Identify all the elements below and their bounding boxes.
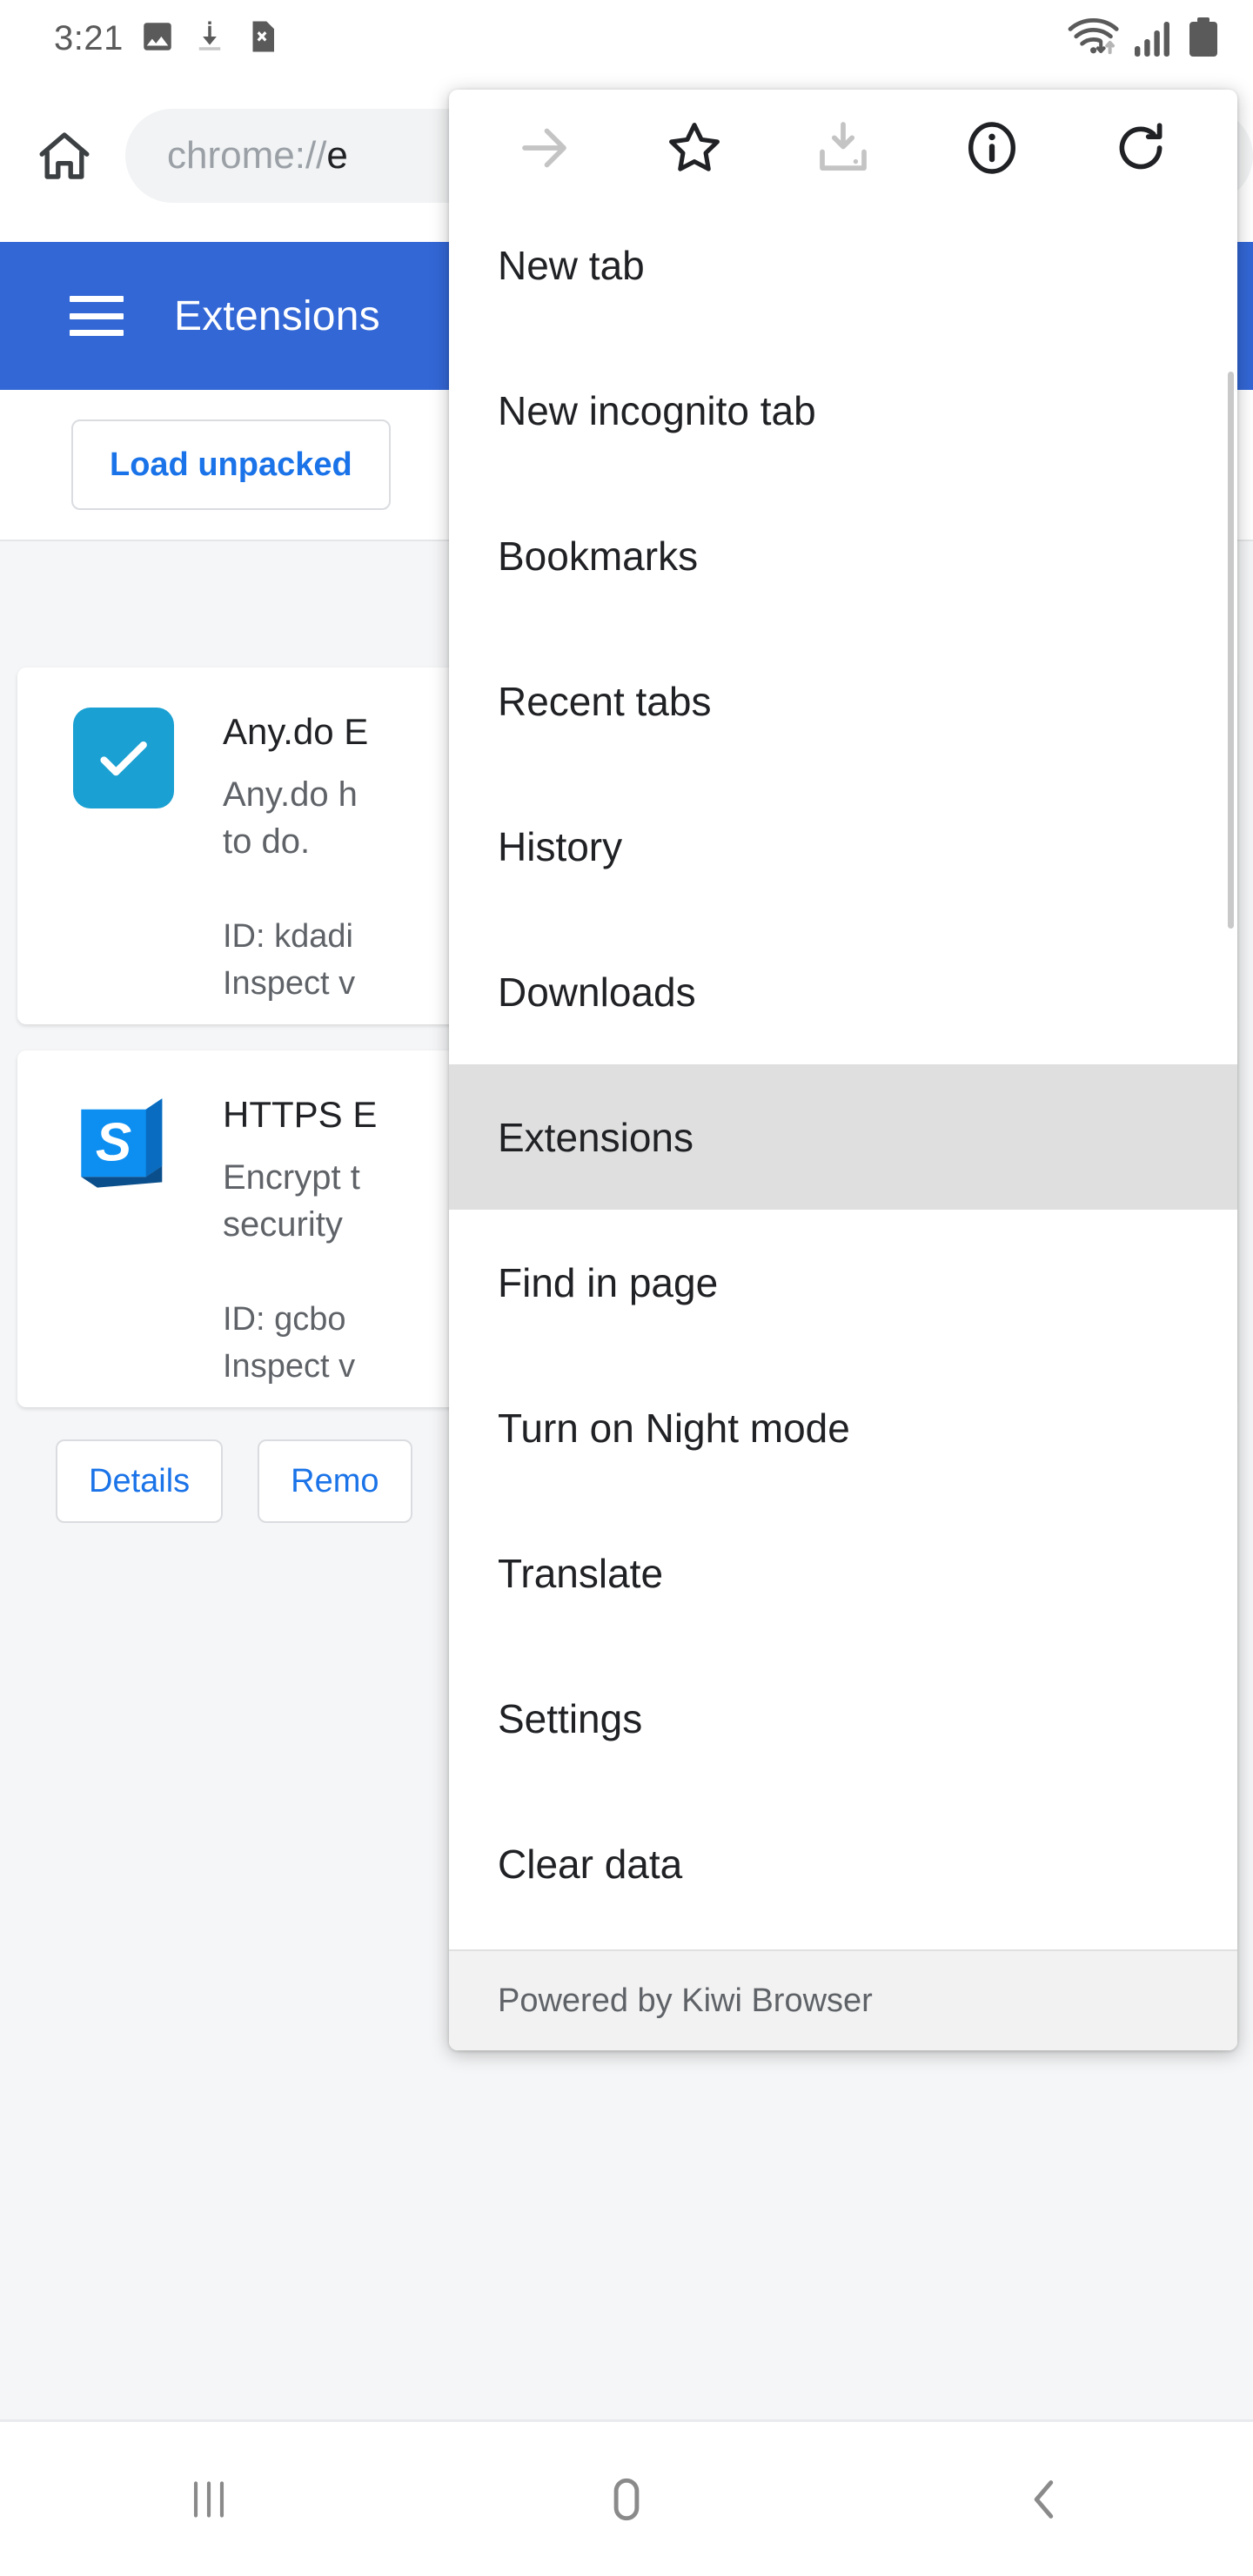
forward-arrow-icon[interactable] (493, 100, 598, 196)
extension-icon: S (73, 1090, 174, 1191)
battery-icon (1187, 17, 1220, 63)
remove-button[interactable]: Remo (258, 1439, 412, 1524)
recent-apps-icon[interactable] (139, 2447, 278, 2552)
download-icon (191, 18, 228, 59)
hamburger-icon[interactable] (70, 296, 124, 336)
svg-text:S: S (96, 1113, 131, 1173)
anydo-checkmark-icon (73, 708, 174, 808)
menu-item-label: Extensions (498, 1114, 694, 1160)
menu-item-label: Translate (498, 1550, 664, 1596)
browser-menu-popup: New tab New incognito tab Bookmarks Recent … (449, 90, 1237, 2050)
menu-item-label: Turn on Night mode (498, 1405, 850, 1451)
menu-item-downloads[interactable]: Downloads (449, 919, 1237, 1064)
menu-item-label: Find in page (498, 1259, 719, 1305)
menu-scrollbar[interactable] (1228, 372, 1234, 929)
url-rest: e (326, 134, 348, 177)
status-bar: 3:21 (0, 0, 1253, 77)
info-icon[interactable] (940, 100, 1044, 196)
home-icon[interactable] (23, 114, 106, 198)
menu-item-find-in-page[interactable]: Find in page (449, 1210, 1237, 1355)
menu-item-label: History (498, 823, 623, 869)
star-icon[interactable] (642, 100, 747, 196)
home-icon[interactable] (557, 2447, 696, 2552)
menu-item-turn-on-night-mode[interactable]: Turn on Night mode (449, 1355, 1237, 1500)
menu-item-extensions[interactable]: Extensions (449, 1064, 1237, 1210)
status-bar-left: 3:21 (54, 18, 280, 59)
menu-item-bookmarks[interactable]: Bookmarks (449, 483, 1237, 628)
download-icon[interactable] (791, 100, 895, 196)
menu-item-label: Downloads (498, 969, 696, 1015)
status-bar-right (1067, 15, 1220, 63)
url-scheme: chrome:// (167, 134, 327, 177)
details-button[interactable]: Details (56, 1439, 224, 1524)
android-navigation-bar (0, 2419, 1253, 2576)
cellular-signal-icon (1133, 20, 1175, 63)
menu-item-settings[interactable]: Settings (449, 1646, 1237, 1791)
status-bar-clock: 3:21 (54, 18, 124, 57)
menu-item-new-tab[interactable]: New tab (449, 192, 1237, 338)
menu-item-label: Recent tabs (498, 678, 712, 724)
back-icon[interactable] (975, 2447, 1114, 2552)
menu-item-label: New incognito tab (498, 387, 816, 433)
extension-icon (73, 708, 174, 808)
menu-item-label: Clear data (498, 1841, 683, 1887)
https-everywhere-cube-icon: S (73, 1090, 184, 1202)
screen-root: 3:21 chrome:// e Extensions Load unpacke… (0, 0, 1253, 2576)
menu-item-history[interactable]: History (449, 774, 1237, 919)
wifi-icon (1067, 15, 1121, 63)
file-x-icon (244, 18, 280, 59)
menu-footer: Powered by Kiwi Browser (449, 1949, 1237, 2050)
menu-quick-actions-row (449, 90, 1237, 192)
menu-item-recent-tabs[interactable]: Recent tabs (449, 628, 1237, 774)
menu-item-label: Settings (498, 1695, 643, 1741)
load-unpacked-button[interactable]: Load unpacked (71, 419, 391, 510)
menu-item-label: Bookmarks (498, 533, 699, 579)
menu-item-translate[interactable]: Translate (449, 1500, 1237, 1646)
menu-item-list: New tab New incognito tab Bookmarks Recent … (449, 192, 1237, 1949)
menu-item-label: New tab (498, 242, 645, 288)
menu-item-exit[interactable]: Exit (449, 1936, 1237, 1949)
image-icon (139, 18, 176, 59)
menu-item-new-incognito-tab[interactable]: New incognito tab (449, 338, 1237, 483)
page-title: Extensions (174, 292, 380, 339)
reload-icon[interactable] (1089, 100, 1193, 196)
menu-item-clear-data[interactable]: Clear data (449, 1791, 1237, 1936)
